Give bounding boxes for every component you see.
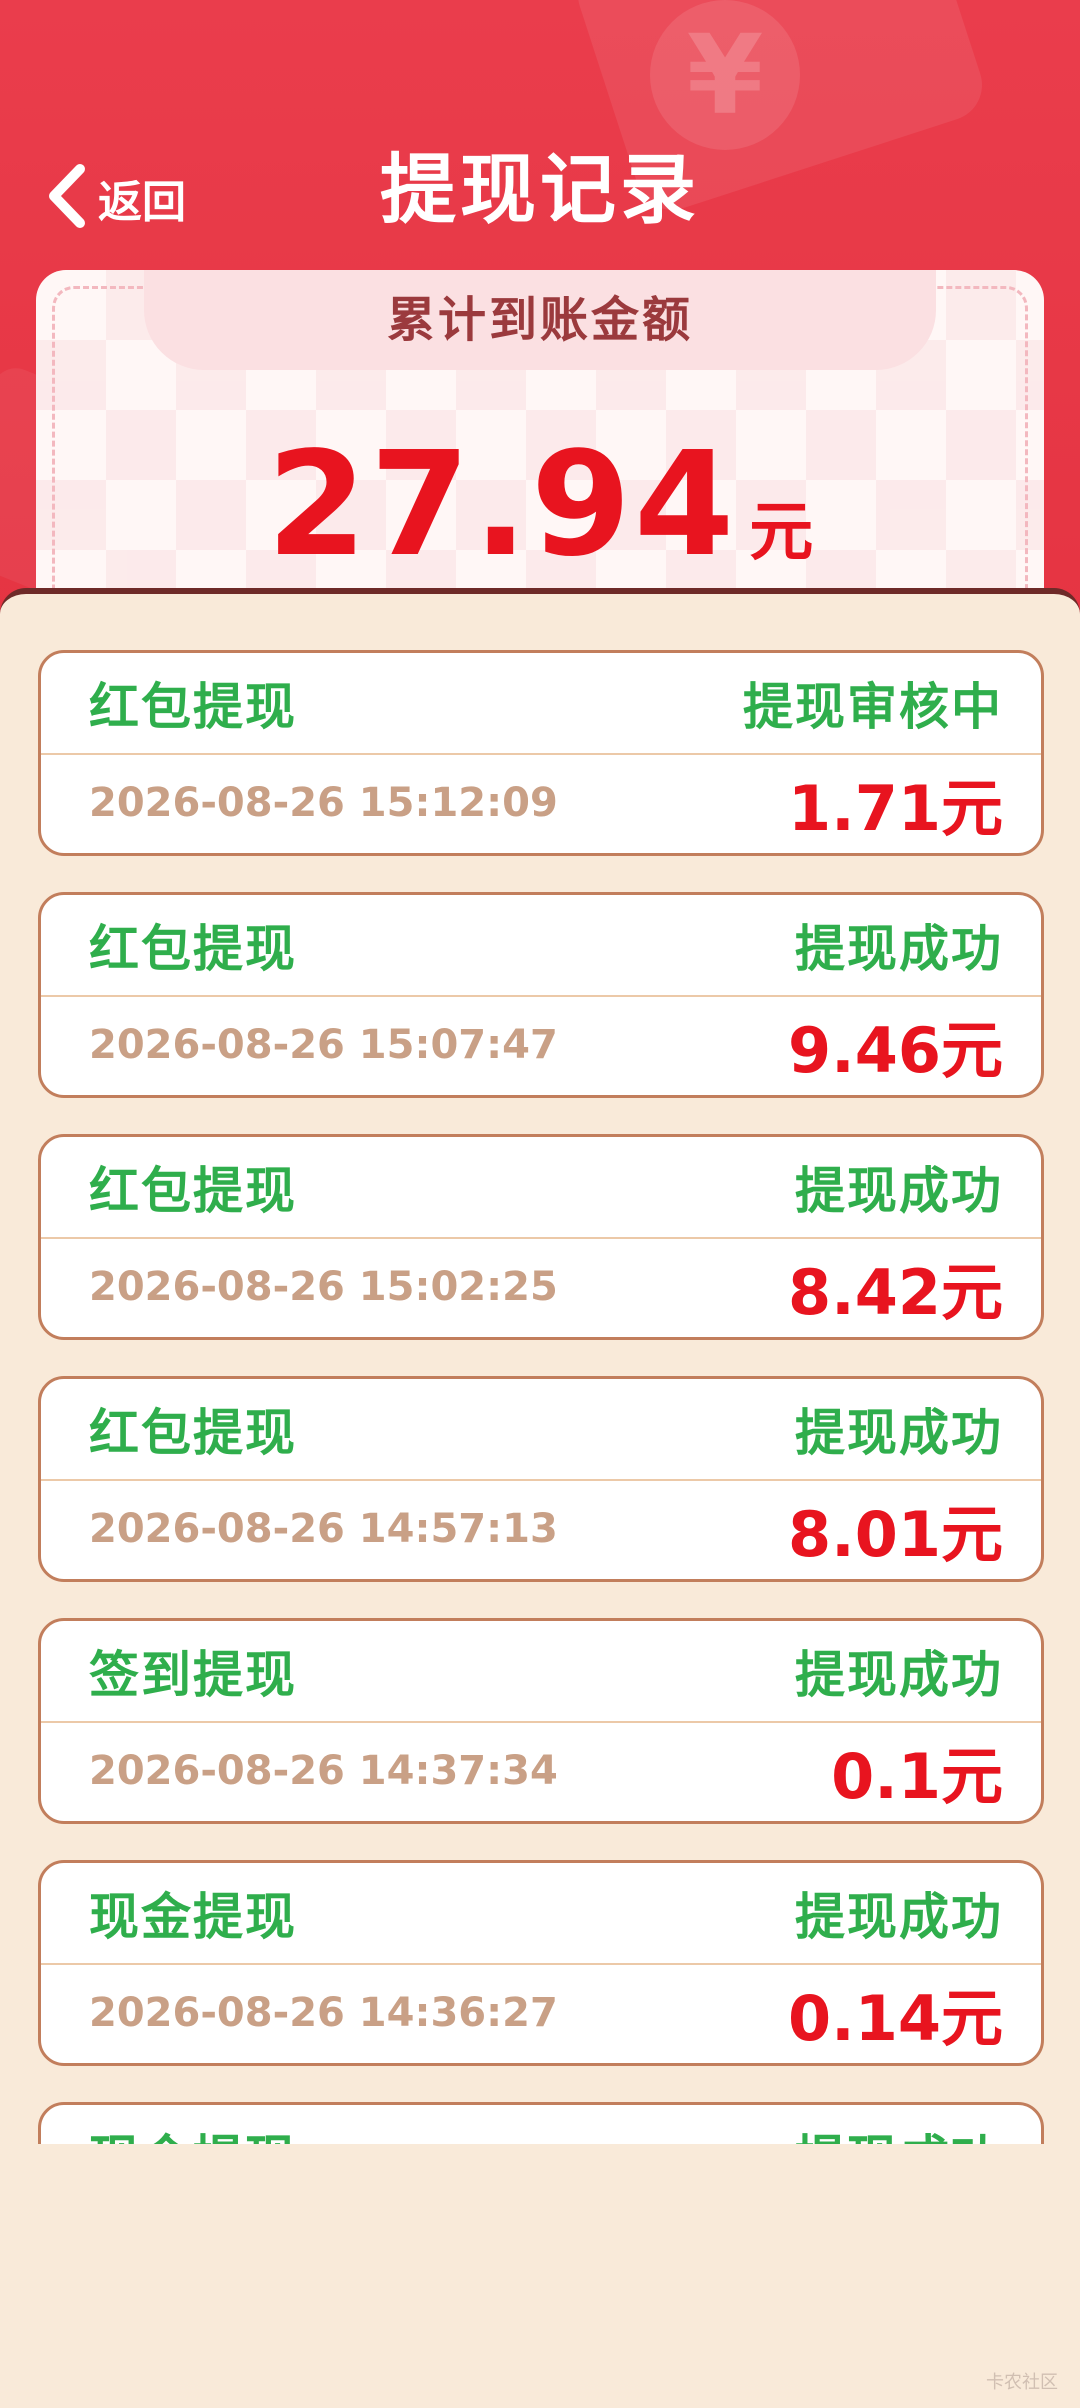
record-item[interactable]: 红包提现 提现成功 2026-08-26 14:57:13 8.01元 [38, 1376, 1044, 1582]
yuan-coin-decoration: ¥ [650, 0, 800, 150]
record-type: 签到提现 [89, 1646, 297, 1704]
record-amount: 8.01元 [788, 1498, 1003, 1571]
record-time: 2026-08-26 14:37:34 [89, 1748, 558, 1794]
record-status: 提现成功 [795, 1404, 1003, 1462]
record-time: 2026-08-26 15:12:09 [89, 780, 558, 826]
record-status: 提现审核中 [743, 678, 1003, 736]
page-title: 提现记录 [380, 145, 700, 234]
record-status: 提现成功 [795, 920, 1003, 978]
total-amount-card: 累计到账金额 27.94 元 [36, 270, 1044, 630]
record-status: 提现成功 [795, 2119, 1003, 2144]
record-amount: 0.14元 [788, 1982, 1003, 2055]
record-status: 提现成功 [795, 1888, 1003, 1946]
record-amount: 0.1元 [831, 1740, 1003, 1813]
record-type: 红包提现 [89, 1404, 297, 1462]
records-list: 红包提现 提现审核中 2026-08-26 15:12:09 1.71元 红包提… [38, 650, 1044, 2144]
record-type: 红包提现 [89, 678, 297, 736]
record-time: 2026-08-26 14:36:27 [89, 1990, 558, 2036]
record-type: 现金提现 [89, 2119, 297, 2144]
record-amount: 9.46元 [788, 1014, 1003, 1087]
records-panel: 红包提现 提现审核中 2026-08-26 15:12:09 1.71元 红包提… [0, 588, 1080, 2408]
record-status: 提现成功 [795, 1646, 1003, 1704]
header-banner: ¥ 返回 提现记录 累计到账金额 27.94 元 [0, 0, 1080, 640]
records-scroll-area[interactable]: 红包提现 提现审核中 2026-08-26 15:12:09 1.71元 红包提… [0, 594, 1080, 2144]
total-amount-value: 27.94 [266, 420, 738, 588]
total-amount-unit: 元 [749, 496, 814, 570]
record-item[interactable]: 红包提现 提现成功 2026-08-26 15:07:47 9.46元 [38, 892, 1044, 1098]
watermark: 卡农社区 [986, 2372, 1058, 2393]
record-type: 现金提现 [89, 1888, 297, 1946]
record-item[interactable]: 现金提现 提现成功 [38, 2102, 1044, 2144]
total-label: 累计到账金额 [144, 270, 936, 370]
record-item[interactable]: 红包提现 提现成功 2026-08-26 15:02:25 8.42元 [38, 1134, 1044, 1340]
record-item[interactable]: 签到提现 提现成功 2026-08-26 14:37:34 0.1元 [38, 1618, 1044, 1824]
record-type: 红包提现 [89, 1162, 297, 1220]
record-type: 红包提现 [89, 920, 297, 978]
record-amount: 8.42元 [788, 1256, 1003, 1329]
total-amount: 27.94 元 [36, 420, 1044, 588]
record-time: 2026-08-26 15:02:25 [89, 1264, 558, 1310]
record-amount: 1.71元 [788, 772, 1003, 845]
record-time: 2026-08-26 15:07:47 [89, 1022, 558, 1068]
record-time: 2026-08-26 14:57:13 [89, 1506, 558, 1552]
record-item[interactable]: 现金提现 提现成功 2026-08-26 14:36:27 0.14元 [38, 1860, 1044, 2066]
record-item[interactable]: 红包提现 提现审核中 2026-08-26 15:12:09 1.71元 [38, 650, 1044, 856]
record-status: 提现成功 [795, 1162, 1003, 1220]
